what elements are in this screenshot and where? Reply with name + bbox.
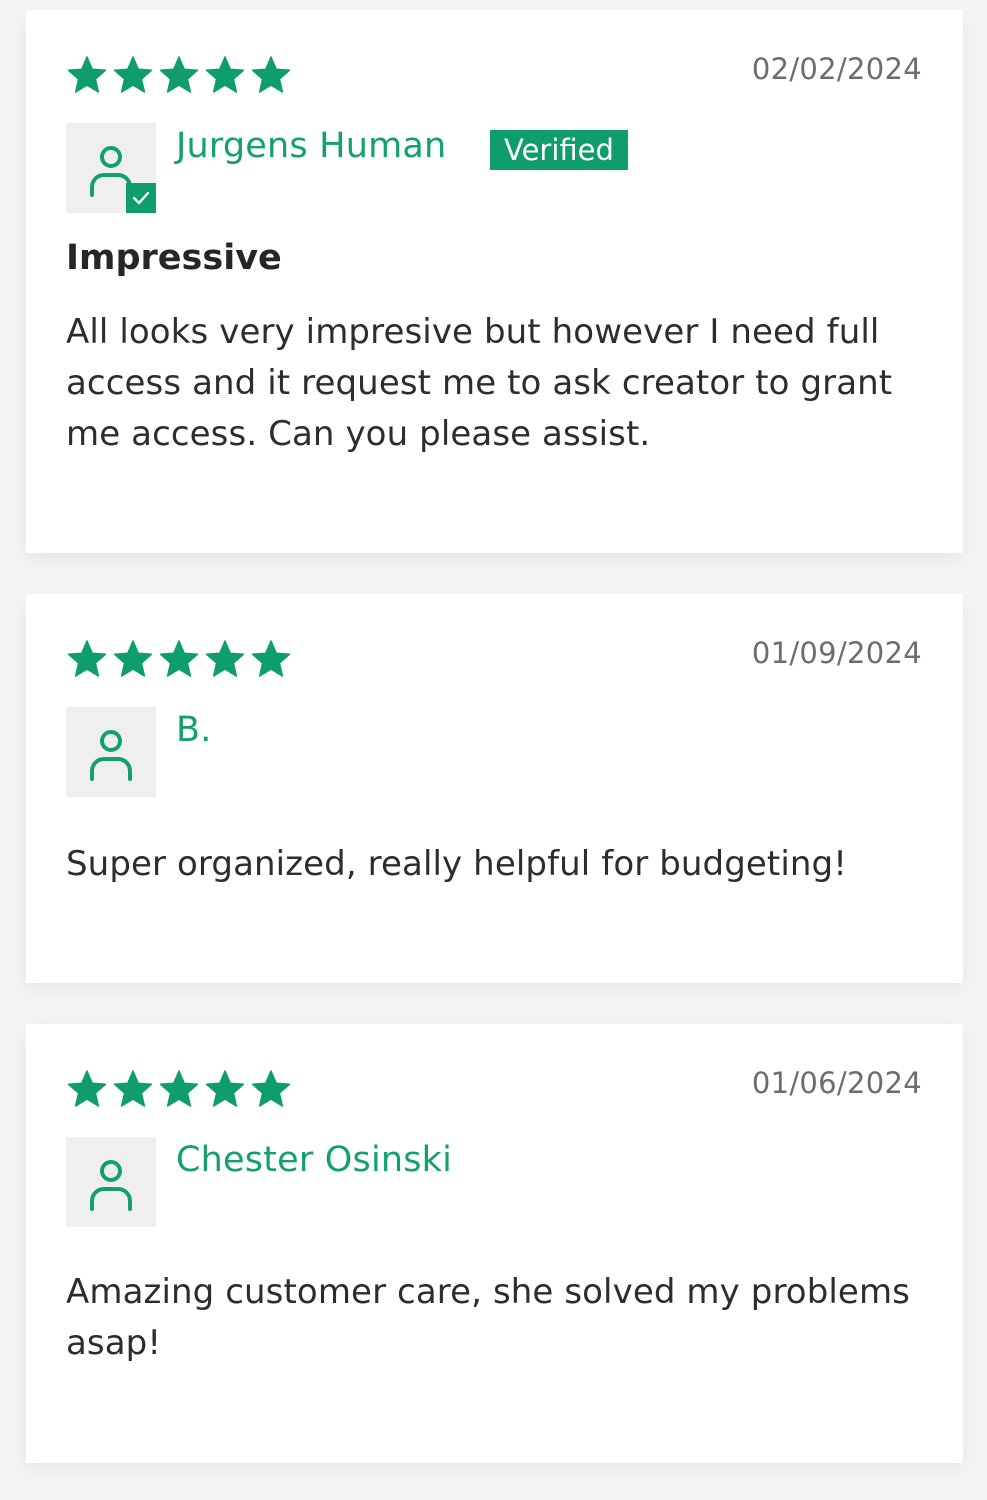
star-rating xyxy=(66,1068,292,1110)
verified-badge: Verified xyxy=(490,130,628,170)
checkmark-icon xyxy=(126,183,156,213)
star-icon xyxy=(112,54,154,96)
review-body: Super organized, really helpful for budg… xyxy=(66,844,847,884)
review-date: 01/09/2024 xyxy=(751,636,922,670)
star-icon xyxy=(250,1068,292,1110)
star-icon xyxy=(158,638,200,680)
star-icon xyxy=(250,54,292,96)
avatar xyxy=(66,1137,156,1227)
review-title: Impressive xyxy=(66,238,282,278)
review-card: 02/02/2024 Jurgens Human Verified Impres… xyxy=(26,10,963,553)
star-rating xyxy=(66,638,292,680)
reviewer-name: Jurgens Human xyxy=(176,126,447,166)
review-body: Amazing customer care, she solved my pro… xyxy=(66,1272,910,1363)
review-body: All looks very impresive but however I n… xyxy=(66,312,893,454)
reviewer-name: B. xyxy=(176,710,212,750)
avatar xyxy=(66,707,156,797)
star-icon xyxy=(158,54,200,96)
star-icon xyxy=(66,638,108,680)
review-card: 01/09/2024 B. Super organized, really he… xyxy=(26,594,963,983)
review-card: 01/06/2024 Chester Osinski Amazing custo… xyxy=(26,1024,963,1463)
user-icon xyxy=(90,1160,132,1211)
star-icon xyxy=(112,638,154,680)
star-icon xyxy=(158,1068,200,1110)
star-rating xyxy=(66,54,292,96)
star-icon xyxy=(112,1068,154,1110)
star-icon xyxy=(66,1068,108,1110)
star-icon xyxy=(204,54,246,96)
star-icon xyxy=(204,638,246,680)
star-icon xyxy=(250,638,292,680)
reviewer-name: Chester Osinski xyxy=(176,1140,453,1180)
avatar xyxy=(66,123,156,213)
star-icon xyxy=(204,1068,246,1110)
review-date: 01/06/2024 xyxy=(751,1066,922,1100)
user-icon xyxy=(90,730,132,781)
star-icon xyxy=(66,54,108,96)
review-date: 02/02/2024 xyxy=(751,52,922,86)
